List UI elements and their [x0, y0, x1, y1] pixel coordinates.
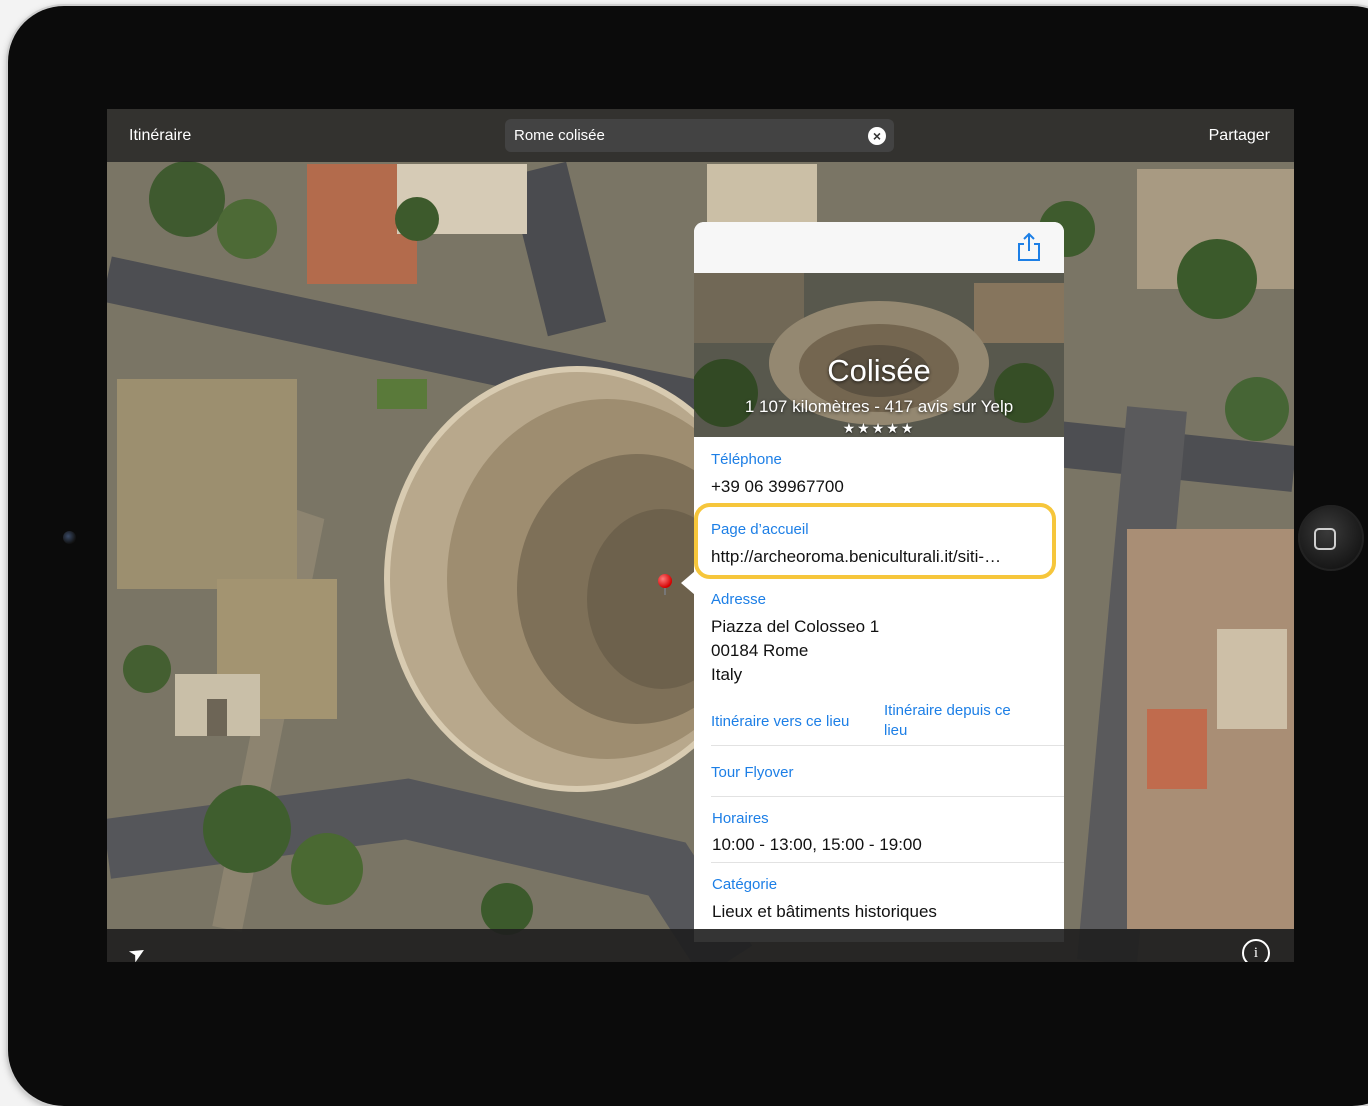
hours-label: Horaires: [712, 810, 769, 827]
camera-icon: [63, 531, 76, 544]
search-field[interactable]: ×: [505, 119, 894, 152]
home-button-square-icon: [1314, 528, 1336, 550]
bottom-bar: ➤ i: [107, 929, 1294, 962]
search-input[interactable]: [514, 127, 854, 144]
category-label: Catégorie: [712, 876, 778, 893]
address-line-3[interactable]: Italy: [711, 665, 742, 685]
flyover-tour-button[interactable]: Tour Flyover: [711, 764, 794, 781]
route-from-line-2: lieu: [884, 722, 908, 739]
address-line-2[interactable]: 00184 Rome: [711, 641, 808, 661]
location-arrow-icon[interactable]: ➤: [124, 938, 151, 962]
place-title: Colisée: [827, 353, 931, 388]
place-photo[interactable]: Colisée 1 107 kilomètres - 417 avis sur …: [694, 273, 1064, 437]
info-icon[interactable]: i: [1242, 939, 1270, 962]
route-from-button[interactable]: Itinéraire depuis ce lieu: [884, 702, 1011, 739]
pin-stem: [664, 587, 666, 595]
route-from-line-1: Itinéraire depuis ce: [884, 702, 1011, 719]
clear-icon[interactable]: ×: [868, 127, 886, 145]
address-label: Adresse: [711, 591, 767, 608]
phone-value[interactable]: +39 06 39967700: [711, 477, 844, 497]
place-distance-reviews[interactable]: 1 107 kilomètres - 417 avis sur Yelp: [694, 397, 1064, 417]
address-line-1[interactable]: Piazza del Colosseo 1: [711, 617, 879, 637]
callout-arrow: [681, 571, 695, 595]
place-card: Colisée 1 107 kilomètres - 417 avis sur …: [694, 222, 1064, 942]
map-pin-icon[interactable]: [658, 574, 672, 588]
hours-value: 10:00 - 13:00, 15:00 - 19:00: [712, 835, 922, 854]
top-bar: Itinéraire × Partager: [107, 109, 1294, 162]
card-header: [694, 222, 1064, 273]
category-value: Lieux et bâtiments historiques: [712, 902, 937, 921]
phone-label: Téléphone: [711, 451, 782, 468]
divider: [711, 796, 1064, 797]
itinerary-button[interactable]: Itinéraire: [129, 127, 191, 145]
divider: [711, 862, 1064, 863]
homepage-highlight: [694, 503, 1056, 579]
maps-screen: Itinéraire × Partager: [107, 109, 1294, 962]
share-icon[interactable]: [1016, 232, 1042, 262]
rating-stars: ★★★★★: [842, 420, 916, 436]
divider: [711, 745, 1064, 746]
share-button[interactable]: Partager: [1209, 127, 1270, 145]
route-to-button[interactable]: Itinéraire vers ce lieu: [711, 713, 849, 730]
